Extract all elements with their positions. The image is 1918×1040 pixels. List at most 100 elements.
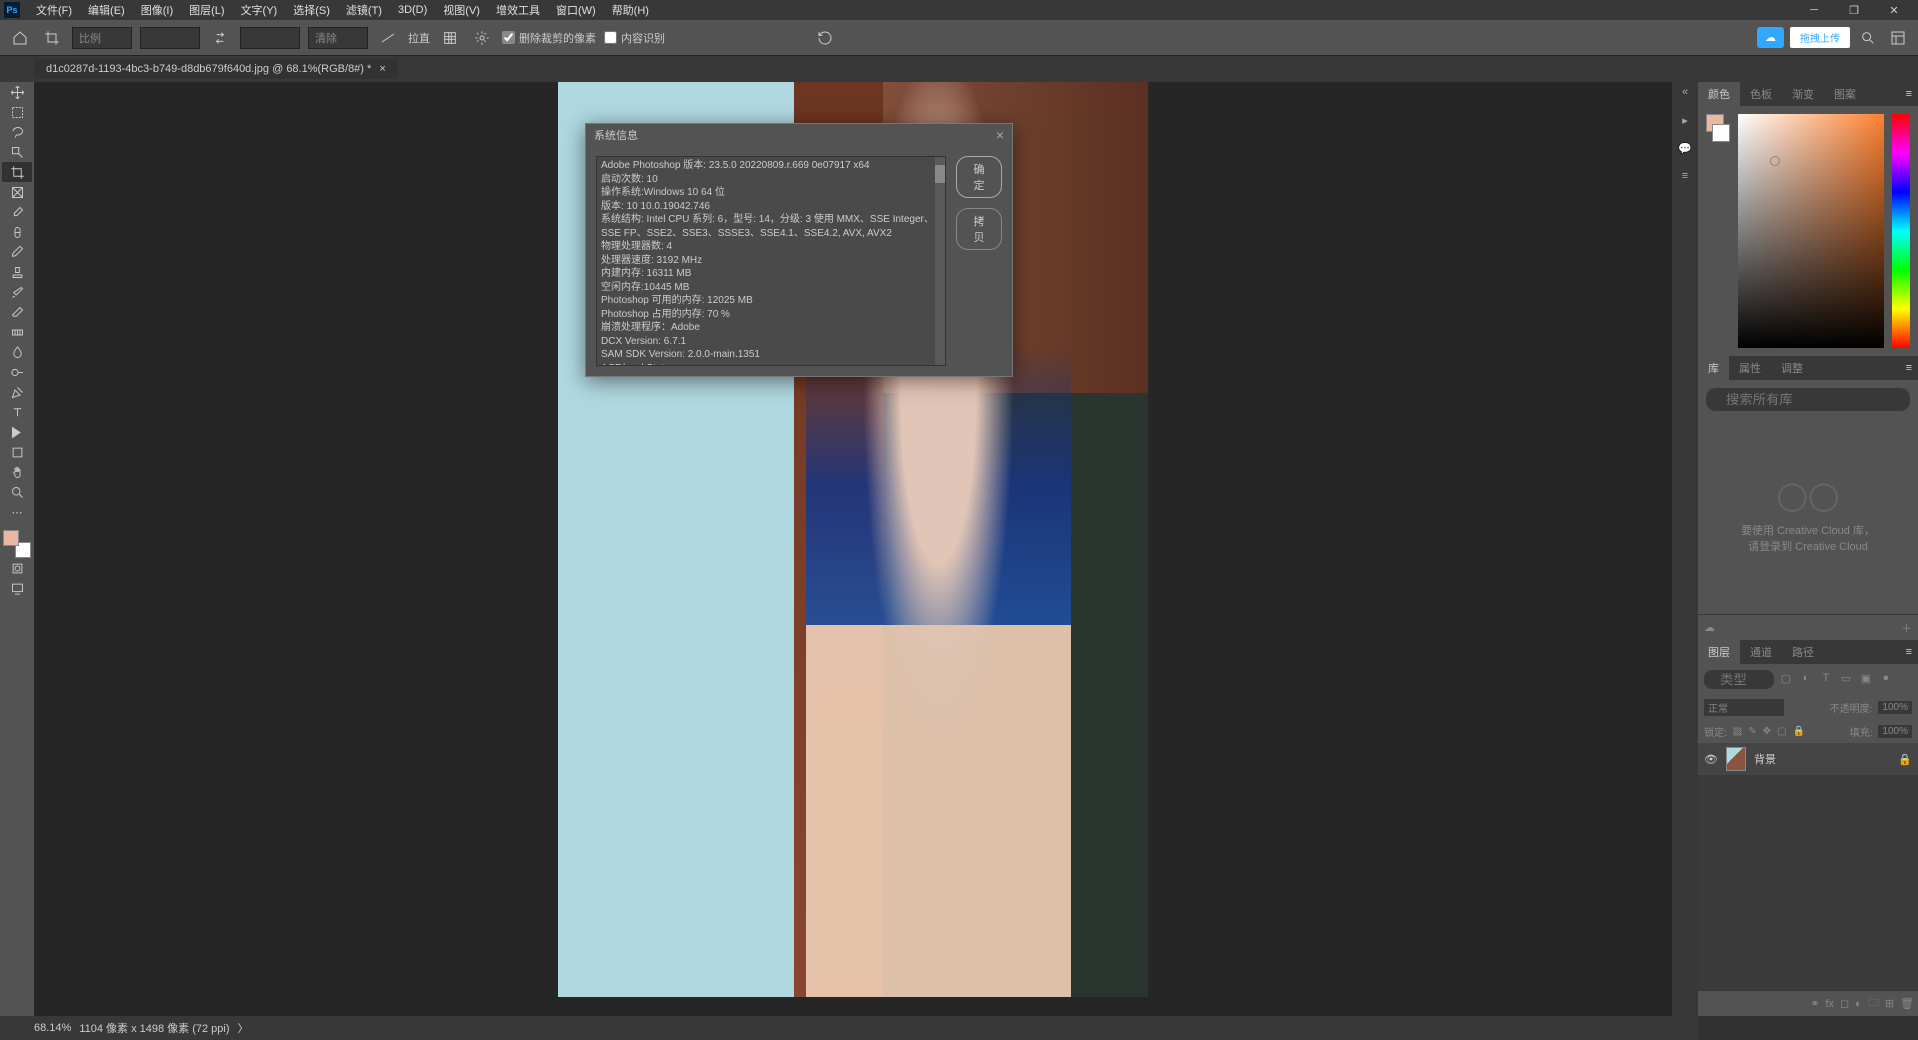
new-layer-icon[interactable]: ⊞ bbox=[1885, 997, 1894, 1010]
opacity-value[interactable]: 100% bbox=[1878, 701, 1912, 714]
frame-tool-icon[interactable] bbox=[2, 182, 32, 202]
layer-thumbnail[interactable] bbox=[1726, 747, 1746, 771]
menu-view[interactable]: 视图(V) bbox=[435, 2, 488, 18]
scrollbar-thumb[interactable] bbox=[935, 165, 945, 183]
marquee-tool-icon[interactable] bbox=[2, 102, 32, 122]
window-maximize-icon[interactable]: ❐ bbox=[1834, 4, 1874, 17]
gear-icon[interactable] bbox=[470, 26, 494, 50]
history-brush-tool-icon[interactable] bbox=[2, 282, 32, 302]
tab-close-icon[interactable]: × bbox=[379, 63, 385, 75]
filter-smart-icon[interactable]: ▣ bbox=[1858, 672, 1874, 688]
ok-button[interactable]: 确定 bbox=[956, 156, 1002, 198]
lock-artboard-icon[interactable]: ▢ bbox=[1777, 726, 1786, 737]
tab-swatches[interactable]: 色板 bbox=[1740, 82, 1782, 106]
copy-button[interactable]: 拷贝 bbox=[956, 208, 1002, 250]
tab-channels[interactable]: 通道 bbox=[1740, 640, 1782, 664]
color-field[interactable] bbox=[1738, 114, 1884, 348]
menu-filter[interactable]: 滤镜(T) bbox=[338, 2, 390, 18]
hand-tool-icon[interactable] bbox=[2, 462, 32, 482]
window-minimize-icon[interactable]: ─ bbox=[1794, 4, 1834, 16]
document-tab[interactable]: d1c0287d-1193-4bc3-b749-d8db679f640d.jpg… bbox=[34, 59, 398, 79]
delete-cropped-checkbox[interactable]: 删除裁剪的像素 bbox=[502, 30, 596, 46]
menu-3d[interactable]: 3D(D) bbox=[390, 4, 435, 16]
panel-menu-icon[interactable]: ≡ bbox=[1900, 362, 1918, 374]
lock-transparency-icon[interactable]: ▨ bbox=[1733, 726, 1742, 737]
path-tool-icon[interactable] bbox=[2, 422, 32, 442]
dodge-tool-icon[interactable] bbox=[2, 362, 32, 382]
stamp-tool-icon[interactable] bbox=[2, 262, 32, 282]
hue-slider[interactable] bbox=[1892, 114, 1910, 348]
dialog-close-icon[interactable]: × bbox=[996, 127, 1004, 143]
quickmask-icon[interactable] bbox=[2, 558, 32, 578]
layer-mask-icon[interactable]: ◻ bbox=[1840, 997, 1849, 1010]
layer-filter-input[interactable] bbox=[1704, 670, 1774, 689]
screenmode-icon[interactable] bbox=[2, 578, 32, 598]
tab-libraries[interactable]: 库 bbox=[1698, 356, 1729, 380]
menu-select[interactable]: 选择(S) bbox=[285, 2, 338, 18]
tab-patterns[interactable]: 图案 bbox=[1824, 82, 1866, 106]
document-dimensions[interactable]: 1104 像素 x 1498 像素 (72 ppi) bbox=[79, 1020, 229, 1036]
menu-file[interactable]: 文件(F) bbox=[28, 2, 80, 18]
blur-tool-icon[interactable] bbox=[2, 342, 32, 362]
blend-mode-select[interactable]: 正常 bbox=[1704, 699, 1784, 716]
type-tool-icon[interactable] bbox=[2, 402, 32, 422]
group-icon[interactable]: 🗀 bbox=[1868, 994, 1879, 1013]
filter-adjustment-icon[interactable]: ◐ bbox=[1798, 672, 1814, 688]
color-swatches[interactable] bbox=[3, 530, 31, 558]
lasso-tool-icon[interactable] bbox=[2, 122, 32, 142]
content-aware-checkbox[interactable]: 内容识别 bbox=[604, 30, 665, 46]
filter-shape-icon[interactable]: ▭ bbox=[1838, 672, 1854, 688]
reset-icon[interactable] bbox=[813, 26, 837, 50]
cloud-sync-icon[interactable]: ☁ bbox=[1704, 621, 1715, 634]
history-panel-icon[interactable]: ▸ bbox=[1676, 114, 1694, 128]
lock-all-icon[interactable]: 🔒 bbox=[1792, 726, 1804, 737]
cloud-button[interactable]: ☁ bbox=[1757, 27, 1784, 48]
library-search-input[interactable] bbox=[1706, 388, 1910, 411]
ratio-width-input[interactable] bbox=[140, 27, 200, 49]
home-icon[interactable] bbox=[8, 26, 32, 50]
eyedropper-tool-icon[interactable] bbox=[2, 202, 32, 222]
actions-panel-icon[interactable]: 💬 bbox=[1676, 142, 1694, 156]
adjustment-layer-icon[interactable]: ◐ bbox=[1855, 998, 1862, 1010]
straighten-icon[interactable] bbox=[376, 26, 400, 50]
dialog-titlebar[interactable]: 系统信息 × bbox=[586, 124, 1012, 146]
filter-pixel-icon[interactable]: ▢ bbox=[1778, 672, 1794, 688]
eraser-tool-icon[interactable] bbox=[2, 302, 32, 322]
pen-tool-icon[interactable] bbox=[2, 382, 32, 402]
info-panel-icon[interactable]: ≡ bbox=[1676, 170, 1694, 184]
menu-window[interactable]: 窗口(W) bbox=[548, 2, 604, 18]
gradient-tool-icon[interactable] bbox=[2, 322, 32, 342]
lock-icon[interactable]: 🔒 bbox=[1898, 753, 1912, 766]
shape-tool-icon[interactable] bbox=[2, 442, 32, 462]
delete-layer-icon[interactable]: 🗑 bbox=[1900, 997, 1914, 1010]
search-icon[interactable] bbox=[1856, 26, 1880, 50]
ratio-height-input[interactable] bbox=[240, 27, 300, 49]
tab-adjustments[interactable]: 调整 bbox=[1771, 356, 1813, 380]
menu-layer[interactable]: 图层(L) bbox=[181, 2, 232, 18]
workspace-icon[interactable] bbox=[1886, 26, 1910, 50]
fill-value[interactable]: 100% bbox=[1878, 725, 1912, 738]
lock-pixels-icon[interactable]: ✎ bbox=[1748, 726, 1756, 737]
filter-type-icon[interactable]: T bbox=[1818, 672, 1834, 688]
link-layers-icon[interactable]: ⚭ bbox=[1810, 997, 1819, 1010]
menu-image[interactable]: 图像(I) bbox=[133, 2, 181, 18]
filter-toggle-icon[interactable]: ● bbox=[1878, 672, 1894, 688]
panel-menu-icon[interactable]: ≡ bbox=[1900, 88, 1918, 100]
swap-icon[interactable] bbox=[208, 26, 232, 50]
tab-properties[interactable]: 属性 bbox=[1729, 356, 1771, 380]
vtabs-handle-icon[interactable]: « bbox=[1676, 86, 1694, 100]
zoom-tool-icon[interactable] bbox=[2, 482, 32, 502]
crop-tool-icon[interactable] bbox=[2, 162, 32, 182]
menu-type[interactable]: 文字(Y) bbox=[233, 2, 286, 18]
move-tool-icon[interactable] bbox=[2, 82, 32, 102]
tab-paths[interactable]: 路径 bbox=[1782, 640, 1824, 664]
edit-toolbar-icon[interactable]: ⋯ bbox=[2, 502, 32, 522]
layer-style-icon[interactable]: fx bbox=[1825, 998, 1834, 1010]
selection-tool-icon[interactable] bbox=[2, 142, 32, 162]
menu-edit[interactable]: 编辑(E) bbox=[80, 2, 133, 18]
grid-icon[interactable] bbox=[438, 26, 462, 50]
visibility-icon[interactable]: 👁 bbox=[1704, 753, 1718, 766]
bg-swatch[interactable] bbox=[1712, 124, 1730, 142]
menu-help[interactable]: 帮助(H) bbox=[604, 2, 657, 18]
status-chevron-icon[interactable]: 〉 bbox=[238, 1020, 249, 1036]
